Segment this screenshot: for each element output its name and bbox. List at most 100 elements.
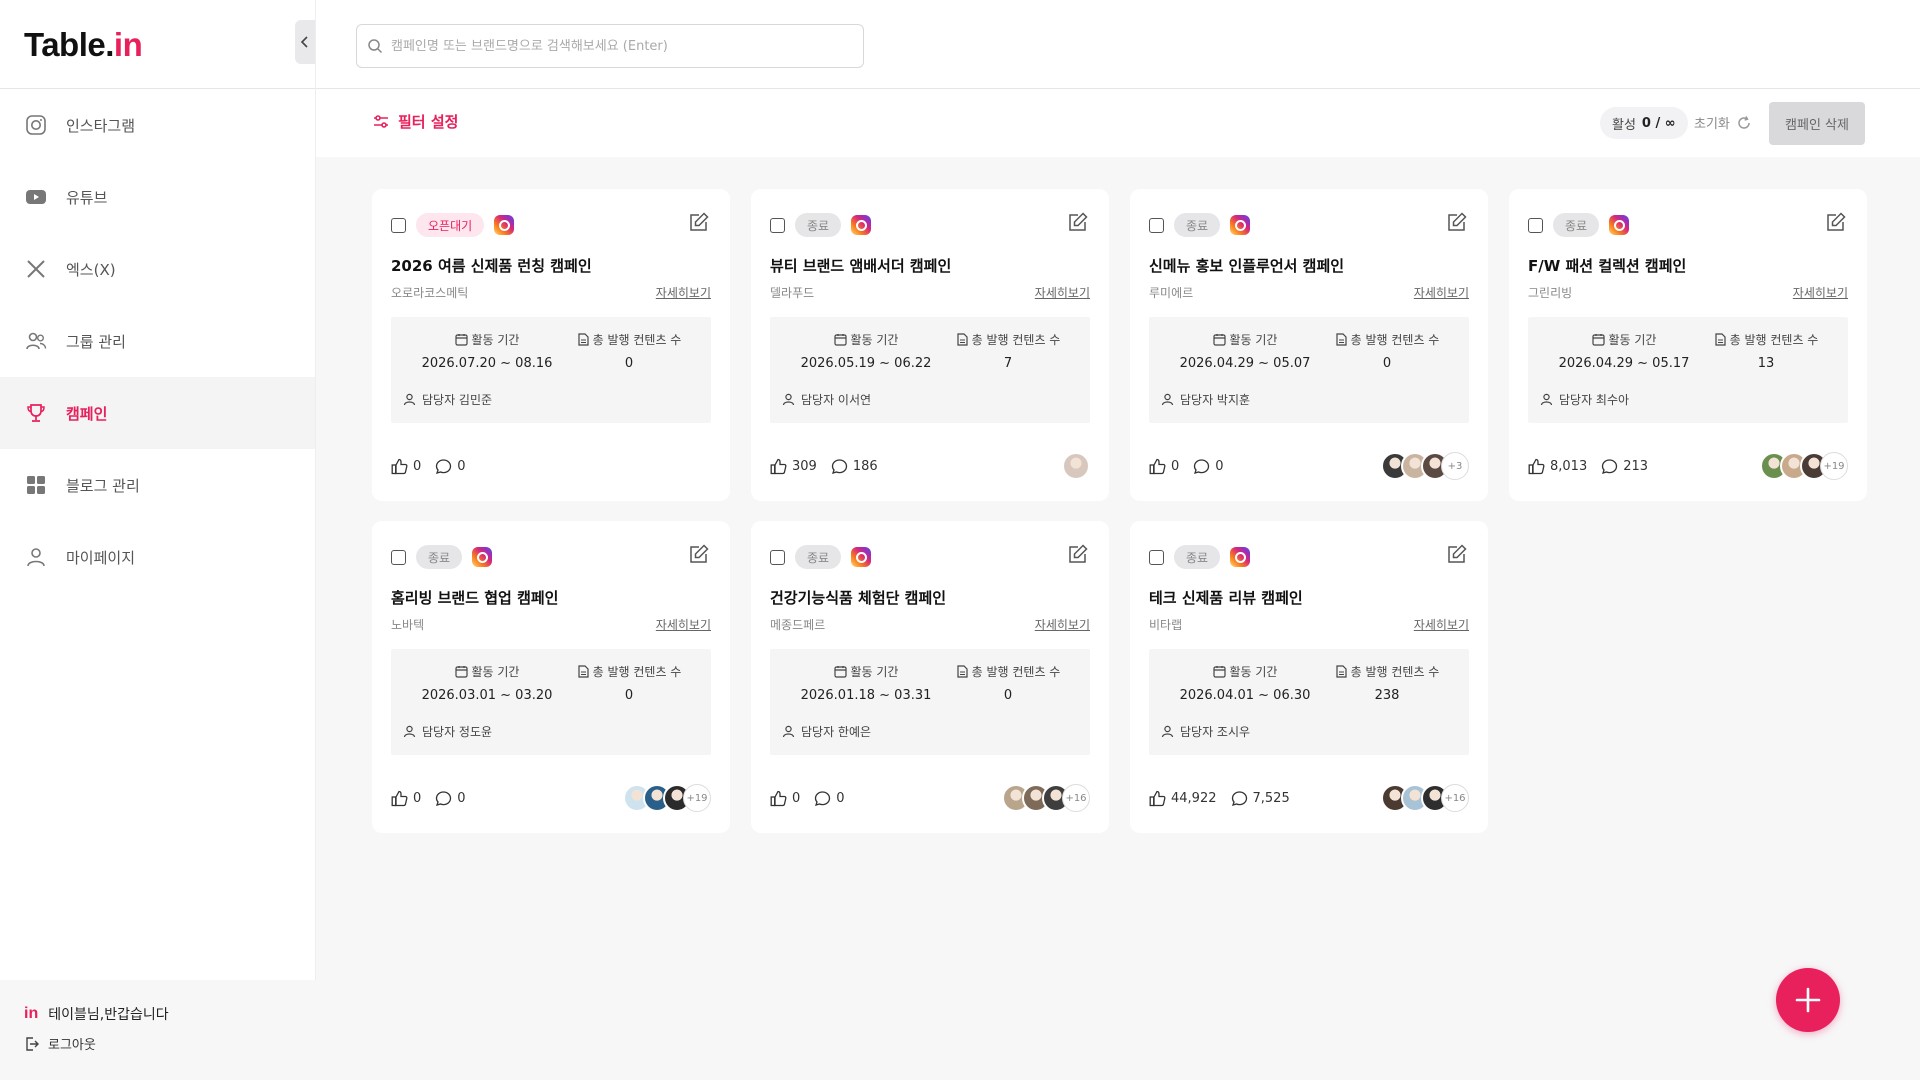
search-box[interactable]	[356, 24, 864, 68]
refresh-icon	[1738, 115, 1750, 129]
more-avatars-count: +19	[1820, 452, 1848, 480]
period-label-text: 활동 기간	[471, 333, 520, 347]
period-col: 활동 기간 2026.04.29 ~ 05.17	[1554, 331, 1694, 371]
detail-link[interactable]: 자세히보기	[1414, 284, 1469, 301]
period-label-text: 활동 기간	[1608, 333, 1657, 347]
instagram-icon	[1230, 547, 1251, 567]
comments-stat: 0	[435, 790, 466, 807]
sidebar-item-label: 유튜브	[66, 188, 108, 207]
card-footer: 0 0 +3	[1149, 451, 1469, 481]
card-checkbox[interactable]	[391, 549, 406, 565]
sidebar-collapse-button[interactable]	[295, 20, 315, 64]
card-checkbox[interactable]	[1149, 217, 1164, 233]
sidebar-item-campaign[interactable]: 캠페인	[0, 377, 315, 449]
detail-link[interactable]: 자세히보기	[656, 616, 711, 633]
card-checkbox[interactable]	[1149, 549, 1164, 565]
edit-icon[interactable]	[688, 543, 710, 565]
campaign-card[interactable]: 종료 건강기능식품 체험단 캠페인 메종드페르 자세히보기 활동 기간 2026…	[751, 521, 1109, 833]
detail-link[interactable]: 자세히보기	[656, 284, 711, 301]
influencer-avatars[interactable]	[1062, 452, 1090, 480]
search-input[interactable]	[391, 38, 851, 54]
campaign-card[interactable]: 종료 F/W 패션 컬렉션 캠페인 그린리빙 자세히보기 활동 기간 2026.…	[1509, 189, 1867, 501]
campaign-title: 건강기능식품 체험단 캠페인	[770, 589, 947, 607]
influencer-avatars[interactable]: +3	[1381, 452, 1469, 480]
user-icon	[1161, 725, 1174, 738]
card-checkbox[interactable]	[770, 549, 785, 565]
card-checkbox[interactable]	[1528, 217, 1543, 233]
sidebar-item-group[interactable]: 그룹 관리	[0, 305, 315, 377]
campaign-info-box: 활동 기간 2026.04.29 ~ 05.17 총 발행 컨텐츠 수 13 담…	[1528, 317, 1848, 423]
plus-icon	[1795, 987, 1821, 1013]
card-checkbox[interactable]	[770, 217, 785, 233]
campaign-info-box: 활동 기간 2026.04.29 ~ 05.07 총 발행 컨텐츠 수 0 담당…	[1149, 317, 1469, 423]
edit-icon[interactable]	[688, 211, 710, 233]
sidebar-item-label: 마이페이지	[66, 548, 136, 567]
sidebar-item-x[interactable]: 엑스(X)	[0, 233, 315, 305]
influencer-avatars[interactable]: +16	[1381, 784, 1469, 812]
add-campaign-button[interactable]	[1776, 968, 1840, 1032]
calendar-icon	[454, 334, 468, 346]
mini-logo: in	[24, 1005, 39, 1022]
active-count-label: 활성	[1612, 117, 1636, 133]
detail-link[interactable]: 자세히보기	[1793, 284, 1848, 301]
detail-link[interactable]: 자세히보기	[1414, 616, 1469, 633]
likes-count: 44,922	[1171, 790, 1217, 806]
campaign-card[interactable]: 종료 홈리빙 브랜드 협업 캠페인 노바텍 자세히보기 활동 기간 2026.0…	[372, 521, 730, 833]
engagement-stats: 44,922 7,525	[1149, 790, 1290, 807]
document-icon	[578, 665, 589, 678]
x-icon	[24, 257, 48, 281]
influencer-avatars[interactable]: +19	[1760, 452, 1848, 480]
content-count-label-text: 총 발행 컨텐츠 수	[971, 665, 1061, 679]
filter-settings-button[interactable]: 필터 설정	[372, 111, 458, 132]
user-greeting: in 테이블님,반갑습니다	[24, 1004, 292, 1024]
sidebar-item-youtube[interactable]: 유튜브	[0, 161, 315, 233]
campaign-card[interactable]: 오픈대기 2026 여름 신제품 런칭 캠페인 오로라코스메틱 자세히보기 활동…	[372, 189, 730, 501]
campaign-card[interactable]: 종료 신메뉴 홍보 인플루언서 캠페인 루미에르 자세히보기 활동 기간 202…	[1130, 189, 1488, 501]
campaign-card[interactable]: 종료 테크 신제품 리뷰 캠페인 비타랩 자세히보기 활동 기간 2026.04…	[1130, 521, 1488, 833]
influencer-avatars[interactable]: +19	[623, 784, 711, 812]
comments-count: 213	[1623, 458, 1649, 474]
detail-link[interactable]: 자세히보기	[1035, 616, 1090, 633]
brand-name: 오로라코스메틱	[391, 286, 469, 300]
sidebar-item-instagram[interactable]: 인스타그램	[0, 89, 315, 161]
detail-link[interactable]: 자세히보기	[1035, 284, 1090, 301]
user-icon	[1161, 393, 1174, 406]
card-footer: 0 0 +19	[391, 783, 711, 813]
engagement-stats: 0 0	[391, 790, 466, 807]
campaign-card[interactable]: 종료 뷰티 브랜드 앰배서더 캠페인 델라푸드 자세히보기 활동 기간 2026…	[751, 189, 1109, 501]
calendar-icon	[833, 666, 847, 678]
period-value: 2026.04.29 ~ 05.17	[1558, 356, 1690, 371]
influencer-avatars[interactable]: +16	[1002, 784, 1090, 812]
status-badge: 종료	[1174, 545, 1221, 569]
campaign-grid: 오픈대기 2026 여름 신제품 런칭 캠페인 오로라코스메틱 자세히보기 활동…	[372, 189, 1868, 833]
edit-icon[interactable]	[1067, 543, 1089, 565]
content-count-col: 총 발행 컨텐츠 수 238	[1317, 663, 1457, 703]
edit-icon[interactable]	[1446, 211, 1468, 233]
sidebar-item-label: 캠페인	[66, 404, 108, 423]
manager-row: 담당자 조시우	[1161, 723, 1250, 740]
engagement-stats: 8,013 213	[1528, 458, 1648, 475]
manager-text: 담당자 이서연	[801, 393, 872, 407]
thumbs-up-icon	[770, 790, 787, 806]
calendar-icon	[1591, 334, 1605, 346]
edit-icon[interactable]	[1825, 211, 1847, 233]
sidebar-item-mypage[interactable]: 마이페이지	[0, 521, 315, 593]
card-checkbox[interactable]	[391, 217, 406, 233]
edit-icon[interactable]	[1446, 543, 1468, 565]
thumbs-up-icon	[1149, 458, 1166, 474]
content-count-label-text: 총 발행 컨텐츠 수	[1729, 333, 1819, 347]
status-badge: 종료	[1174, 213, 1221, 237]
reset-button[interactable]: 초기화	[1694, 113, 1752, 132]
instagram-icon	[1609, 215, 1630, 235]
content-count-label: 총 발행 컨텐츠 수	[938, 331, 1078, 348]
content-count-value: 7	[1003, 356, 1013, 371]
delete-campaign-button[interactable]: 캠페인 삭제	[1769, 102, 1865, 145]
content-count-label: 총 발행 컨텐츠 수	[938, 663, 1078, 680]
app-logo[interactable]: Table.in	[24, 26, 143, 64]
edit-icon[interactable]	[1067, 211, 1089, 233]
sidebar-item-blog[interactable]: 블로그 관리	[0, 449, 315, 521]
engagement-stats: 0 0	[770, 790, 845, 807]
comment-icon	[1602, 458, 1618, 474]
manager-text: 담당자 박지훈	[1180, 393, 1251, 407]
logout-button[interactable]: 로그아웃	[24, 1034, 292, 1053]
